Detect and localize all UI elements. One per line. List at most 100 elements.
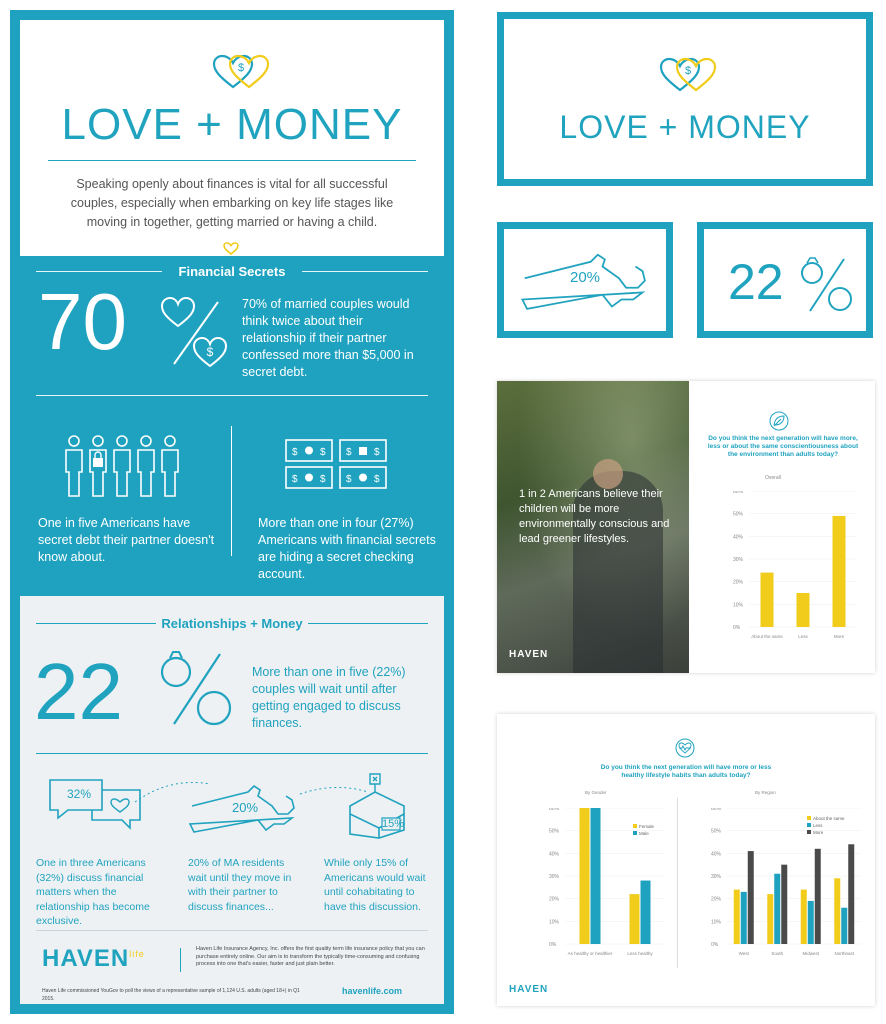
thumb-title: LOVE + MONEY — [559, 109, 811, 145]
y-tick-label: 0% — [711, 942, 719, 948]
disclaimer-text: Haven Life Insurance Agency, Inc. offers… — [196, 946, 425, 967]
legend-label: Female — [639, 824, 655, 829]
y-tick-label: 50% — [733, 512, 744, 518]
heartbeat-icon — [675, 738, 695, 758]
title-thumbnail: $ LOVE + MONEY — [497, 12, 873, 186]
intro-card: $ LOVE + MONEY Speaking openly about fin… — [20, 20, 444, 256]
thumb-22-number: 22 — [728, 254, 784, 310]
legend-swatch — [807, 830, 811, 834]
svg-text:$: $ — [346, 447, 352, 458]
bar-west-about-the-same — [733, 889, 740, 944]
bar-south-about-the-same — [767, 894, 774, 944]
legend-swatch — [807, 816, 811, 820]
y-tick-label: 0% — [549, 942, 557, 948]
legend-label: Less — [813, 823, 823, 828]
bar-northeast-more — [848, 844, 855, 944]
health-card: Do you think the next generation will ha… — [497, 714, 875, 1006]
y-tick-label: 10% — [549, 919, 560, 925]
y-tick-label: 20% — [549, 897, 560, 903]
footnote-text: Haven Life commissioned YouGov to poll t… — [42, 988, 300, 1002]
legend-swatch — [633, 831, 637, 835]
stat-22-thumbnail: 22 — [697, 222, 873, 338]
bar-west-more — [747, 851, 754, 944]
overall-label: Overall — [765, 475, 781, 481]
y-tick-label: 60% — [549, 808, 560, 812]
bar-as-healthy-or-healthier-female — [579, 804, 590, 944]
x-tick-label: As healthy or healthier — [568, 951, 613, 956]
svg-text:$: $ — [292, 474, 298, 485]
state-thumbnail: 20% — [497, 222, 673, 338]
region-chart-svg: 0% 10% 20% 30% 40% 50% 60% West South Midwest Nort… — [711, 806, 861, 956]
section-relationships-money: Relationships + Money — [161, 616, 303, 631]
by-gender-label: By Gender — [585, 790, 607, 795]
svg-text:$: $ — [320, 447, 326, 458]
section-financial-secrets: Financial Secrets — [178, 264, 286, 279]
health-question: Do you think the next generation will ha… — [600, 764, 772, 779]
stat-cohabitating-text: While only 15% of Americans would wait u… — [324, 857, 426, 913]
x-tick-label: West — [739, 951, 750, 956]
x-tick-label: About the same — [751, 634, 783, 639]
percent-ring-icon — [801, 257, 852, 312]
bar-less-healthy-female — [629, 894, 640, 944]
infographic-title: LOVE + MONEY — [61, 100, 403, 149]
legend-swatch — [807, 823, 811, 827]
y-tick-label: 50% — [549, 829, 560, 835]
y-tick-label: 40% — [549, 851, 560, 857]
x-tick-label: South — [771, 951, 783, 956]
bar-more — [832, 515, 846, 627]
y-tick-label: 60% — [733, 491, 744, 495]
stat-22-number: 22 — [34, 647, 123, 736]
x-tick-label: Northeast — [834, 951, 854, 956]
hearts-icon: $ — [659, 57, 717, 92]
x-tick-label: Midwest — [802, 951, 819, 956]
legend-label: More — [813, 830, 824, 835]
stat-secret-debt-text: One in five Americans have secret debt t… — [38, 516, 215, 564]
bar-northeast-about-the-same — [834, 878, 841, 944]
gender-chart-svg: 0% 10% 20% 30% 40% 50% 60% As healthy or health… — [549, 804, 665, 956]
legend-label: Male — [639, 831, 649, 836]
hearts-icon: $ — [212, 54, 270, 89]
house-value: 15% — [382, 818, 405, 830]
legend-swatch — [633, 824, 637, 828]
people-icon — [65, 435, 179, 497]
by-region-label: By Region — [755, 790, 776, 795]
y-tick-label: 30% — [733, 557, 744, 563]
stat-70-text: 70% of married couples would think twice… — [242, 297, 414, 379]
website-link[interactable]: havenlife.com — [342, 986, 402, 996]
photo-caption: 1 in 2 Americans believe their children … — [519, 488, 670, 545]
heart-icon — [223, 242, 239, 255]
bar-about-the-same — [760, 572, 774, 627]
bar-west-less — [740, 891, 747, 944]
y-tick-label: 10% — [733, 602, 744, 608]
stat-70-number: 70 — [38, 277, 127, 366]
y-tick-label: 0% — [733, 625, 741, 631]
svg-text:$: $ — [685, 65, 691, 77]
legend-label: About the same — [813, 816, 845, 821]
money-bills-icon: $ $ $ $ $ $ $ $ — [285, 439, 387, 489]
svg-text:$: $ — [374, 447, 380, 458]
stat-ma-residents-text: 20% of MA residents wait until they move… — [188, 857, 292, 913]
y-tick-label: 30% — [549, 874, 560, 880]
bar-south-more — [781, 864, 788, 944]
gender-chart: 0% 10% 20% 30% 40% 50% 60% As healthy or health… — [549, 804, 665, 958]
svg-text:$: $ — [238, 62, 244, 74]
stat-22-text: More than one in five (22%) couples will… — [252, 665, 406, 730]
bar-south-less — [774, 873, 781, 944]
haven-logo-white: HAVEN — [509, 649, 549, 660]
stat-exclusive-text: One in three Americans (32%) discuss fin… — [36, 857, 150, 927]
y-tick-label: 20% — [711, 897, 722, 903]
intro-text: Speaking openly about finances is vital … — [70, 177, 394, 229]
region-chart: 0% 10% 20% 30% 40% 50% 60% West South Midwest Nort… — [711, 806, 861, 958]
y-tick-label: 10% — [711, 919, 722, 925]
state-value: 20% — [232, 800, 259, 815]
bar-midwest-less — [807, 900, 814, 944]
bubble-value: 32% — [66, 787, 92, 801]
bar-northeast-less — [841, 907, 848, 944]
y-tick-label: 20% — [733, 580, 744, 586]
bar-midwest-about-the-same — [800, 889, 807, 944]
leaf-icon — [769, 411, 789, 431]
svg-text:$: $ — [320, 474, 326, 485]
svg-text:$: $ — [346, 474, 352, 485]
infographic-panel: $ LOVE + MONEY Speaking openly about fin… — [10, 10, 454, 1014]
bar-less-healthy-male — [640, 880, 651, 944]
